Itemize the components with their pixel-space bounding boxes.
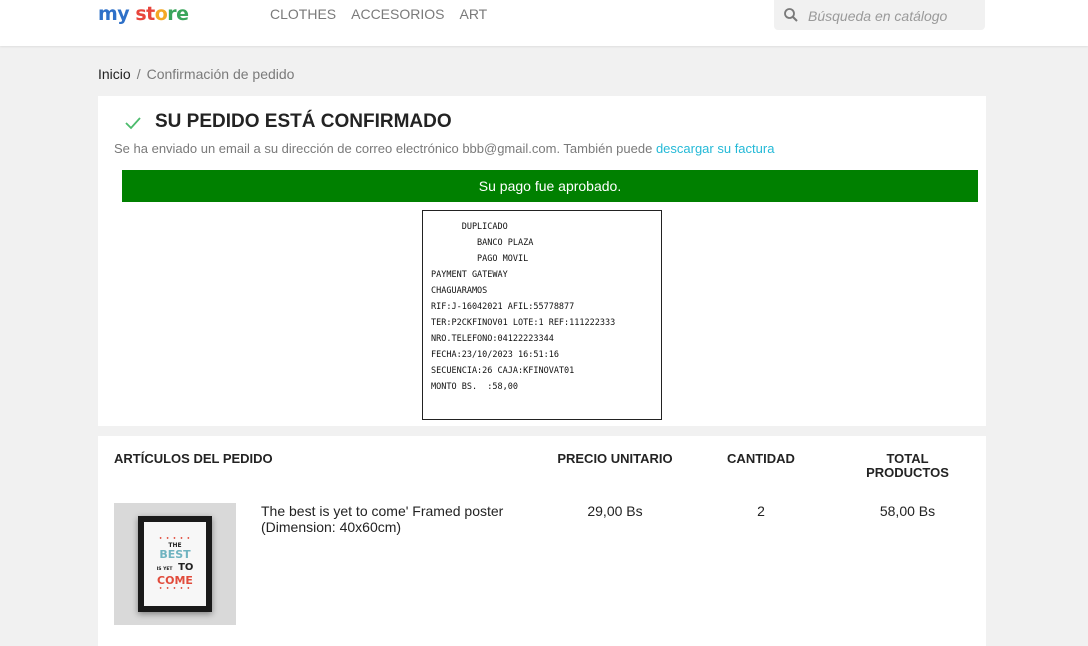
nav-art[interactable]: ART [459, 0, 487, 28]
receipt-line: TER:P2CKFINOV01 LOTE:1 REF:111222333 [431, 318, 616, 328]
logo-part-re: re [167, 3, 189, 25]
header-total: TOTAL PRODUCTOS [850, 452, 965, 480]
receipt-line: BANCO PLAZA [431, 238, 534, 248]
confirmation-title: SU PEDIDO ESTÁ CONFIRMADO [155, 111, 452, 132]
confirmation-message-text: Se ha enviado un email a su dirección de… [114, 141, 656, 156]
nav-clothes[interactable]: CLOTHES [270, 0, 336, 28]
search-icon[interactable] [783, 7, 799, 23]
product-thumbnail[interactable]: • • • • • THE BEST IS YET TO COME • • • … [114, 503, 236, 625]
receipt-line: CHAGUARAMOS [431, 286, 488, 296]
receipt-line: PAYMENT GATEWAY [431, 270, 508, 280]
product-unit-price: 29,00 Bs [587, 503, 643, 519]
receipt-line: RIF:J-16042021 AFIL:55778877 [431, 302, 575, 312]
receipt-line: FECHA:23/10/2023 16:51:16 [431, 350, 559, 360]
receipt-line: SECUENCIA:26 CAJA:KFINOVAT01 [431, 366, 575, 376]
poster-is-yet: IS YET [156, 567, 173, 572]
confirmation-message: Se ha enviado un email a su dirección de… [114, 141, 774, 157]
breadcrumb-current: Confirmación de pedido [146, 66, 295, 82]
receipt-line: DUPLICADO [431, 222, 508, 232]
header-unit-price: PRECIO UNITARIO [557, 451, 673, 466]
poster-come: COME [157, 574, 193, 587]
receipt-line: NRO.TELEFONO:04122223344 [431, 334, 554, 344]
poster-to: TO [178, 562, 194, 573]
poster-frame: • • • • • THE BEST IS YET TO COME • • • … [138, 516, 212, 612]
logo-part-my: my [98, 3, 130, 25]
order-items-card: ARTÍCULOS DEL PEDIDO PRECIO UNITARIO CAN… [98, 436, 986, 646]
breadcrumb-separator: / [136, 66, 141, 82]
payment-approved-banner: Su pago fue aprobado. [122, 170, 978, 202]
poster-row: IS YET TO [154, 560, 196, 575]
download-invoice-link[interactable]: descargar su factura [656, 141, 775, 156]
order-confirmation-card: SU PEDIDO ESTÁ CONFIRMADO Se ha enviado … [98, 96, 986, 426]
breadcrumb: Inicio / Confirmación de pedido [98, 64, 294, 84]
payment-receipt: DUPLICADO BANCO PLAZA PAGO MOVIL PAYMENT… [422, 210, 662, 420]
product-name: The best is yet to come' Framed poster (… [261, 503, 504, 535]
store-logo[interactable]: my store [98, 0, 189, 28]
poster-mat: • • • • • THE BEST IS YET TO COME • • • … [144, 522, 206, 606]
product-quantity: 2 [757, 503, 765, 519]
receipt-line: MONTO BS. :58,00 [431, 382, 518, 392]
product-total: 58,00 Bs [879, 503, 936, 519]
search-box [774, 0, 985, 30]
poster-dots: • • • • • [159, 586, 191, 592]
receipt-line: PAGO MOVIL [431, 254, 529, 264]
logo-part-st: st [135, 3, 155, 25]
header-total-line2: PRODUCTOS [866, 465, 949, 480]
check-icon [125, 117, 141, 130]
header-items: ARTÍCULOS DEL PEDIDO [114, 451, 273, 466]
nav-accesorios[interactable]: ACCESORIOS [351, 0, 444, 28]
breadcrumb-home[interactable]: Inicio [98, 66, 131, 82]
header-quantity: CANTIDAD [727, 451, 795, 466]
logo-part-o: o [154, 3, 168, 25]
search-input[interactable] [806, 4, 980, 28]
header-total-line1: TOTAL [886, 451, 929, 466]
site-header: my store CLOTHES ACCESORIOS ART [0, 0, 1088, 46]
main-nav: CLOTHES ACCESORIOS ART [270, 0, 487, 28]
poster-artwork: • • • • • THE BEST IS YET TO COME • • • … [154, 536, 196, 594]
